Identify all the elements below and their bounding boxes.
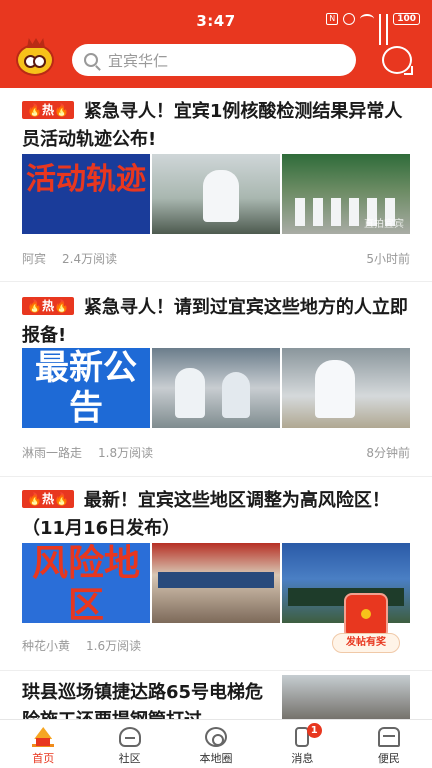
article-card[interactable]: 🔥热🔥 紧急寻人！宜宾1例核酸检测结果异常人员活动轨迹公布! 活动轨迹 直拍宜宾 …: [0, 88, 432, 282]
article-meta: 阿宾 2.4万阅读 5小时前: [22, 250, 410, 267]
wifi-icon: [360, 14, 375, 24]
article-title: 珙县巡场镇捷达路65号电梯危险施工还要提钢管打过: [22, 682, 264, 719]
red-envelope-button[interactable]: 发帖有奖: [332, 593, 400, 655]
hot-tag: 🔥热🔥: [22, 297, 74, 315]
article-image: [152, 154, 280, 234]
app-header: 3:47 N 100 宜宾华仁: [0, 0, 432, 88]
nav-services[interactable]: 便民: [346, 720, 432, 768]
nav-community[interactable]: 社区: [86, 720, 172, 768]
article-thumbnail: [282, 675, 410, 719]
article-images: 最新公告: [22, 348, 410, 428]
nav-label: 消息: [291, 752, 314, 765]
nfc-icon: N: [326, 13, 339, 25]
article-reads: 2.4万阅读: [62, 252, 118, 266]
app-logo[interactable]: [16, 38, 54, 76]
service-icon: [377, 727, 400, 747]
hot-tag: 🔥热🔥: [22, 101, 74, 119]
article-title: 🔥热🔥 紧急寻人！请到过宜宾这些地方的人立即报备!: [22, 297, 408, 346]
nav-label: 社区: [118, 752, 141, 765]
message-badge: 1: [306, 723, 322, 738]
article-image: 最新公告: [22, 348, 150, 428]
article-card[interactable]: 珙县巡场镇捷达路65号电梯危险施工还要提钢管打过: [0, 671, 432, 719]
article-image: [152, 348, 280, 428]
article-time: 5小时前: [366, 252, 410, 266]
hot-tag: 🔥热🔥: [22, 490, 74, 508]
search-placeholder: 宜宾华仁: [108, 51, 169, 70]
article-images: 活动轨迹 直拍宜宾: [22, 154, 410, 234]
community-icon: [118, 727, 141, 747]
article-image: 风险地区: [22, 543, 150, 623]
nav-messages[interactable]: 1 消息: [259, 720, 345, 768]
search-bar[interactable]: 宜宾华仁: [72, 44, 356, 76]
image-watermark: 直拍宜宾: [364, 219, 404, 230]
status-icons: N 100: [326, 13, 420, 45]
article-reads: 1.8万阅读: [98, 446, 154, 460]
article-time: 8分钟前: [366, 446, 410, 460]
article-meta: 淋雨一路走 1.8万阅读 8分钟前: [22, 444, 410, 461]
article-image: 活动轨迹: [22, 154, 150, 234]
search-icon: [84, 53, 98, 67]
map-icon: [205, 727, 228, 747]
red-envelope-label: 发帖有奖: [332, 633, 400, 653]
nav-home[interactable]: 首页: [0, 720, 86, 768]
article-title: 🔥热🔥 最新！宜宾这些地区调整为高风险区！（11月16日发布）: [22, 490, 390, 539]
article-image: [282, 348, 410, 428]
article-reads: 1.6万阅读: [86, 639, 142, 653]
battery-indicator: 100: [393, 13, 420, 25]
status-bar: 3:47 N 100: [0, 0, 432, 45]
nav-label: 首页: [32, 752, 55, 765]
home-icon: [32, 727, 55, 747]
article-image: [152, 543, 280, 623]
article-image: 直拍宜宾: [282, 154, 410, 234]
article-card[interactable]: 🔥热🔥 紧急寻人！请到过宜宾这些地方的人立即报备! 最新公告 淋雨一路走 1.8万…: [0, 282, 432, 477]
article-author: 阿宾: [22, 252, 47, 266]
article-title: 🔥热🔥 紧急寻人！宜宾1例核酸检测结果异常人员活动轨迹公布!: [22, 101, 403, 150]
chat-icon[interactable]: [382, 46, 413, 75]
article-author: 淋雨一路走: [22, 446, 83, 460]
article-author: 种花小黄: [22, 639, 71, 653]
signal-icon-2: [386, 13, 389, 45]
nav-label: 本地圈: [199, 752, 233, 765]
bottom-nav: 首页 社区 本地圈 1 消息 便民: [0, 719, 432, 768]
alarm-icon: [343, 13, 356, 25]
nav-label: 便民: [377, 752, 400, 765]
signal-icon: [379, 13, 382, 45]
nav-local[interactable]: 本地圈: [173, 720, 259, 768]
